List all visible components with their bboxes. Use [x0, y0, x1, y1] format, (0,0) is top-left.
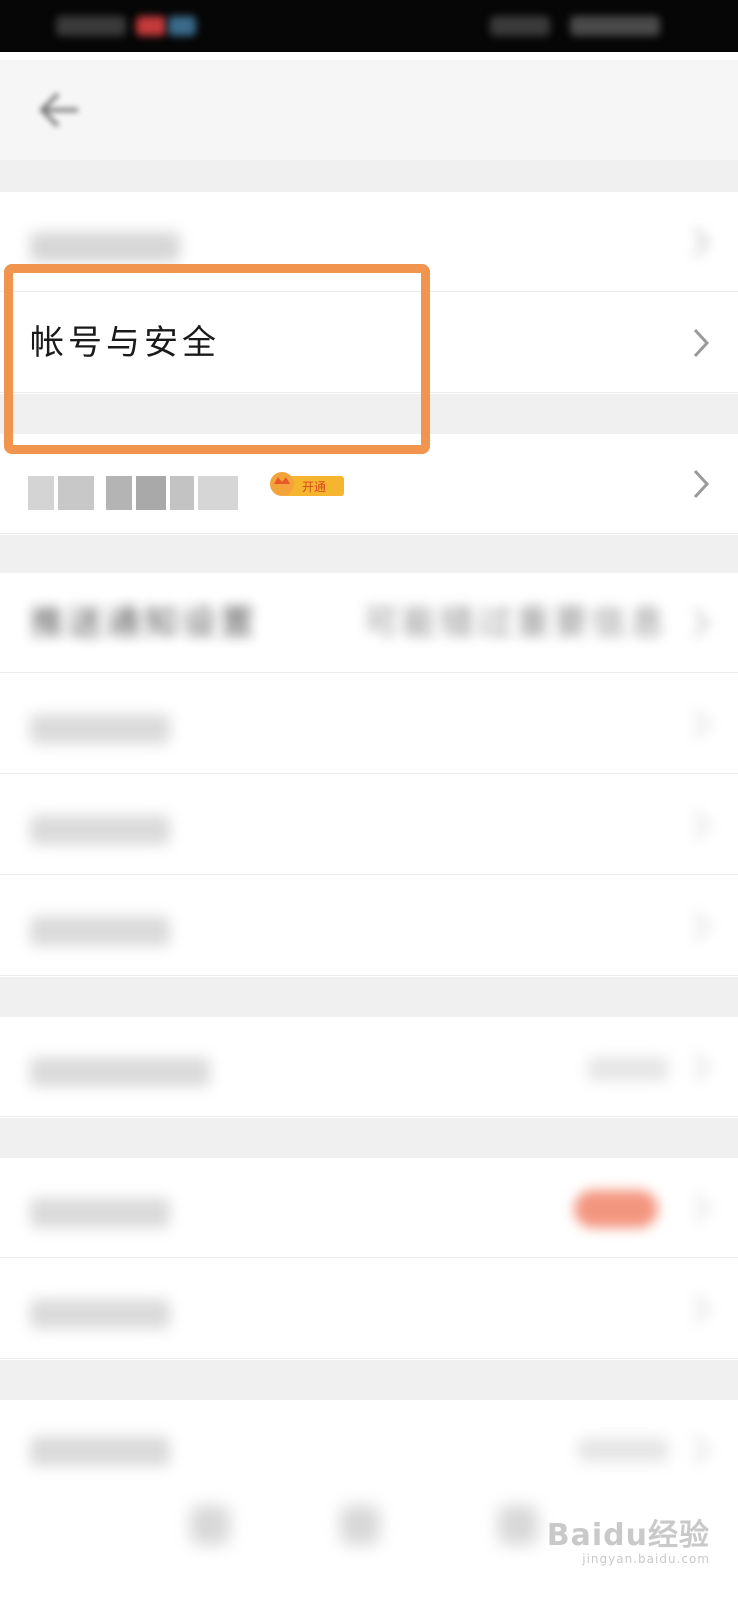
back-arrow-icon[interactable]	[34, 88, 84, 132]
row-label-obscured	[30, 232, 180, 262]
settings-row[interactable]	[0, 876, 738, 976]
highlight-annotation	[4, 264, 430, 454]
notification-pill	[574, 1190, 658, 1228]
settings-row[interactable]	[0, 775, 738, 875]
status-carrier	[56, 16, 126, 36]
status-signal	[490, 16, 550, 36]
row-label-obscured	[30, 714, 170, 744]
chevron-right-icon	[693, 608, 710, 638]
chevron-right-icon	[693, 911, 710, 941]
status-icon	[136, 16, 166, 36]
settings-row-push-notification[interactable]: 推送通知设置 可能错过重要信息	[0, 573, 738, 673]
row-value: 可能错过重要信息	[364, 603, 668, 643]
settings-row[interactable]	[0, 1158, 738, 1258]
chevron-right-icon	[693, 227, 710, 257]
chevron-right-icon	[693, 469, 710, 499]
chevron-right-icon	[693, 1193, 710, 1223]
chevron-right-icon	[693, 328, 710, 358]
status-bar	[0, 0, 738, 52]
watermark: Baidu经验 jingyan.baidu.com	[547, 1510, 710, 1566]
section-gap	[0, 1360, 738, 1400]
row-label-obscured	[30, 1057, 210, 1087]
section-gap	[0, 535, 738, 573]
chevron-right-icon	[693, 709, 710, 739]
status-icon	[168, 16, 196, 36]
nav-bar	[0, 60, 738, 160]
redacted-label	[28, 476, 248, 510]
chevron-right-icon	[693, 1052, 710, 1082]
tab-icon[interactable]	[190, 1505, 230, 1545]
row-label-obscured	[30, 1436, 170, 1466]
settings-row[interactable]	[0, 1400, 738, 1500]
row-label-obscured	[30, 815, 170, 845]
row-label: 推送通知设置	[30, 603, 258, 643]
vip-badge[interactable]: 开通	[268, 470, 348, 498]
settings-row[interactable]	[0, 674, 738, 774]
chevron-right-icon	[693, 1435, 710, 1465]
watermark-url: jingyan.baidu.com	[582, 1552, 710, 1566]
row-label-obscured	[30, 916, 170, 946]
settings-row[interactable]	[0, 1259, 738, 1359]
watermark-brand: Baidu经验	[546, 1518, 710, 1553]
row-value-obscured	[578, 1438, 668, 1462]
chevron-right-icon	[693, 1294, 710, 1324]
row-label-obscured	[30, 1299, 170, 1329]
chevron-right-icon	[693, 810, 710, 840]
status-battery	[570, 16, 660, 36]
settings-row[interactable]	[0, 1017, 738, 1117]
section-gap	[0, 977, 738, 1017]
tab-icon[interactable]	[498, 1505, 538, 1545]
row-label-obscured	[30, 1198, 170, 1228]
tab-icon[interactable]	[340, 1505, 380, 1545]
row-value-obscured	[588, 1057, 668, 1081]
vip-badge-label: 开通	[302, 480, 326, 494]
section-gap	[0, 1118, 738, 1158]
section-gap	[0, 160, 738, 192]
